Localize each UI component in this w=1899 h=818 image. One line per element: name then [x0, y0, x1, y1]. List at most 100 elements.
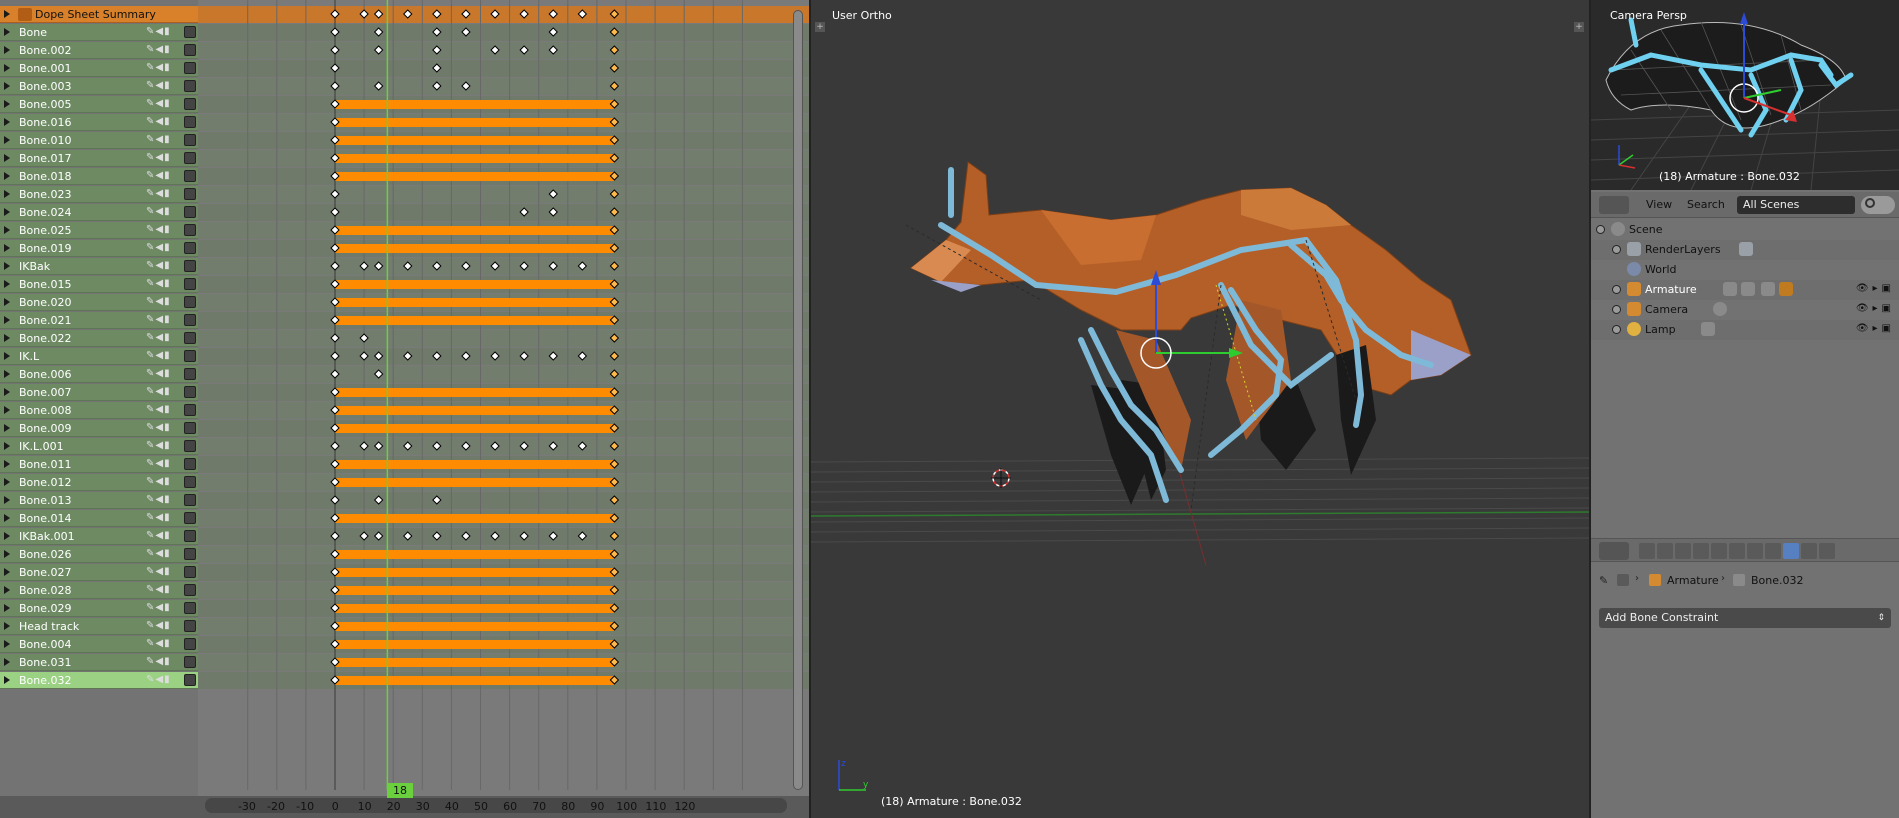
outliner-item-armature[interactable]: Armature 👁▸▣	[1591, 280, 1899, 300]
channel-row[interactable]: Bone.001 ✎◀▮	[0, 60, 198, 77]
outliner-item-lamp[interactable]: Lamp 👁▸▣	[1591, 320, 1899, 340]
expand-triangle-icon[interactable]	[4, 550, 10, 558]
expand-triangle-icon[interactable]	[4, 622, 10, 630]
expand-triangle-icon[interactable]	[4, 424, 10, 432]
expand-icon[interactable]	[1612, 245, 1621, 254]
lock-icon[interactable]	[184, 512, 196, 524]
channel-toggle-icons[interactable]: ✎◀▮	[146, 440, 171, 451]
lock-icon[interactable]	[184, 314, 196, 326]
expand-triangle-icon[interactable]	[4, 244, 10, 252]
channel-row[interactable]: Bone.025 ✎◀▮	[0, 222, 198, 239]
channel-toggle-icons[interactable]: ✎◀▮	[146, 566, 171, 577]
expand-triangle-icon[interactable]	[4, 208, 10, 216]
channel-row[interactable]: IKBak.001 ✎◀▮	[0, 528, 198, 545]
channel-toggle-icons[interactable]: ✎◀▮	[146, 98, 171, 109]
lock-icon[interactable]	[184, 170, 196, 182]
constraint-icon[interactable]	[1779, 282, 1793, 296]
channel-toggle-icons[interactable]: ✎◀▮	[146, 152, 171, 163]
channel-toggle-icons[interactable]: ✎◀▮	[146, 296, 171, 307]
channel-row[interactable]: Bone.019 ✎◀▮	[0, 240, 198, 257]
lock-icon[interactable]	[184, 674, 196, 686]
lock-icon[interactable]	[184, 548, 196, 560]
outliner-search-input[interactable]	[1861, 196, 1895, 214]
add-bone-constraint-button[interactable]: Add Bone Constraint ⇕	[1599, 608, 1891, 628]
channel-row[interactable]: IK.L.001 ✎◀▮	[0, 438, 198, 455]
channel-toggle-icons[interactable]: ✎◀▮	[146, 44, 171, 55]
lock-icon[interactable]	[184, 458, 196, 470]
channel-row[interactable]: Bone.008 ✎◀▮	[0, 402, 198, 419]
channel-toggle-icons[interactable]: ✎◀▮	[146, 80, 171, 91]
render-layers-tab-icon[interactable]	[1657, 543, 1673, 559]
channel-toggle-icons[interactable]: ✎◀▮	[146, 116, 171, 127]
lock-icon[interactable]	[184, 620, 196, 632]
expand-icon[interactable]	[1612, 305, 1621, 314]
visibility-toggles[interactable]: 👁▸▣	[1856, 303, 1895, 314]
visibility-toggles[interactable]: 👁▸▣	[1856, 283, 1895, 294]
lock-icon[interactable]	[184, 188, 196, 200]
channel-row[interactable]: Bone.022 ✎◀▮	[0, 330, 198, 347]
channel-toggle-icons[interactable]: ✎◀▮	[146, 278, 171, 289]
channel-toggle-icons[interactable]: ✎◀▮	[146, 170, 171, 181]
channel-toggle-icons[interactable]: ✎◀▮	[146, 188, 171, 199]
bones-icon[interactable]	[1761, 282, 1775, 296]
expand-triangle-icon[interactable]	[4, 658, 10, 666]
channel-summary-row[interactable]: Dope Sheet Summary	[0, 6, 198, 23]
outliner-item-camera[interactable]: Camera 👁▸▣	[1591, 300, 1899, 320]
channel-toggle-icons[interactable]: ✎◀▮	[146, 602, 171, 613]
bone-constraint-tab-icon[interactable]	[1783, 543, 1799, 559]
lock-icon[interactable]	[184, 494, 196, 506]
lock-icon[interactable]	[184, 404, 196, 416]
expand-triangle-icon[interactable]	[4, 460, 10, 468]
lock-icon[interactable]	[184, 260, 196, 272]
outliner-search-menu[interactable]: Search	[1687, 196, 1725, 214]
expand-triangle-icon[interactable]	[4, 64, 10, 72]
channel-toggle-icons[interactable]: ✎◀▮	[146, 368, 171, 379]
expand-triangle-icon[interactable]	[4, 118, 10, 126]
expand-triangle-icon[interactable]	[4, 28, 10, 36]
object-tab-icon[interactable]	[1711, 543, 1727, 559]
visibility-toggles[interactable]: 👁▸▣	[1856, 323, 1895, 334]
channel-toggle-icons[interactable]: ✎◀▮	[146, 620, 171, 631]
channel-toggle-icons[interactable]: ✎◀▮	[146, 494, 171, 505]
channel-row[interactable]: Bone.015 ✎◀▮	[0, 276, 198, 293]
channel-row[interactable]: Bone.011 ✎◀▮	[0, 456, 198, 473]
outliner-item-renderlayers[interactable]: RenderLayers	[1591, 240, 1899, 260]
channel-toggle-icons[interactable]: ✎◀▮	[146, 656, 171, 667]
lock-icon[interactable]	[184, 134, 196, 146]
expand-triangle-icon[interactable]	[4, 298, 10, 306]
lock-icon[interactable]	[184, 62, 196, 74]
expand-triangle-icon[interactable]	[4, 568, 10, 576]
scene-tab-icon[interactable]	[1675, 543, 1691, 559]
lock-icon[interactable]	[184, 386, 196, 398]
editor-type-dropdown[interactable]	[1599, 542, 1629, 560]
texture-tab-icon[interactable]	[1801, 543, 1817, 559]
expand-triangle-icon[interactable]	[4, 262, 10, 270]
outliner-item-scene[interactable]: Scene	[1591, 220, 1899, 240]
expand-triangle-icon[interactable]	[4, 388, 10, 396]
channel-row[interactable]: Bone.010 ✎◀▮	[0, 132, 198, 149]
channel-toggle-icons[interactable]: ✎◀▮	[146, 260, 171, 271]
channel-row[interactable]: Bone.032 ✎◀▮	[0, 672, 198, 689]
channel-row[interactable]: Bone.004 ✎◀▮	[0, 636, 198, 653]
channel-toggle-icons[interactable]: ✎◀▮	[146, 134, 171, 145]
expand-triangle-icon[interactable]	[4, 190, 10, 198]
channel-row[interactable]: Bone.016 ✎◀▮	[0, 114, 198, 131]
lock-icon[interactable]	[184, 566, 196, 578]
channel-toggle-icons[interactable]: ✎◀▮	[146, 674, 171, 685]
lamp-data-icon[interactable]	[1701, 322, 1715, 336]
channel-toggle-icons[interactable]: ✎◀▮	[146, 224, 171, 235]
pin-icon[interactable]: ✎	[1599, 574, 1608, 587]
lock-icon[interactable]	[184, 224, 196, 236]
keyframe-canvas[interactable]	[198, 0, 809, 818]
armature-data-icon[interactable]	[1741, 282, 1755, 296]
camera-scene[interactable]	[1591, 0, 1899, 190]
lock-icon[interactable]	[184, 638, 196, 650]
lock-icon[interactable]	[184, 152, 196, 164]
lock-icon[interactable]	[184, 80, 196, 92]
expand-triangle-icon[interactable]	[4, 676, 10, 684]
data-tab-icon[interactable]	[1765, 543, 1781, 559]
lock-icon[interactable]	[184, 44, 196, 56]
outliner-view-menu[interactable]: View	[1646, 196, 1672, 214]
expand-triangle-icon[interactable]	[4, 496, 10, 504]
channel-row[interactable]: Bone.012 ✎◀▮	[0, 474, 198, 491]
